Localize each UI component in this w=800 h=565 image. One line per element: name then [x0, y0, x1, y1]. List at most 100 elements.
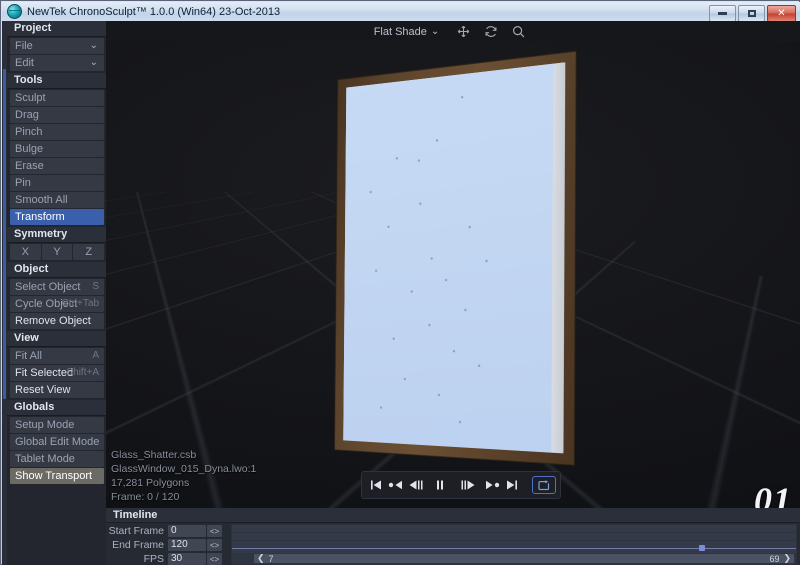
go-to-start-button[interactable]: [366, 474, 386, 496]
sidebar-item-file[interactable]: File ⌄: [10, 38, 104, 54]
end-frame-input[interactable]: 120: [168, 539, 206, 551]
sidebar-item-smooth-all[interactable]: Smooth All: [10, 192, 104, 208]
chevron-down-icon: ⌄: [89, 57, 98, 68]
maximize-button[interactable]: [738, 5, 765, 22]
window-model[interactable]: [334, 51, 576, 465]
timeline-lane[interactable]: [232, 533, 796, 541]
sidebar-item-tablet-mode[interactable]: Tablet Mode: [10, 451, 104, 467]
sidebar-item-label: Setup Mode: [15, 419, 75, 431]
timeline-curve: [232, 548, 796, 549]
sidebar-item-label: Fit Selected: [15, 367, 74, 379]
start-frame-stepper[interactable]: <>: [207, 525, 222, 537]
sidebar-item-show-transport[interactable]: Show Transport: [10, 468, 104, 484]
main-body: Project File ⌄ Edit ⌄ Tools Sculpt Drag …: [2, 21, 800, 565]
timeline-scrollbar[interactable]: ❮ 7 69 ❯: [232, 553, 796, 564]
sidebar-item-cycle-object[interactable]: Cycle Object Ctrl+Tab: [10, 296, 104, 312]
sidebar-item-label: Fit All: [15, 350, 42, 362]
fps-input[interactable]: 30: [168, 553, 206, 565]
zoom-icon[interactable]: [512, 25, 525, 38]
sidebar-item-fit-all[interactable]: Fit All A: [10, 348, 104, 364]
globe-icon: [7, 4, 22, 19]
sidebar-item-drag[interactable]: Drag: [10, 107, 104, 123]
chevron-down-icon: ⌄: [89, 40, 98, 51]
sidebar: Project File ⌄ Edit ⌄ Tools Sculpt Drag …: [7, 21, 106, 565]
scroll-left-arrow-icon[interactable]: ❮: [257, 553, 265, 564]
step-back-button[interactable]: [406, 474, 426, 496]
fps-label: FPS: [143, 553, 164, 565]
viewport-toolbar: Flat Shade ⌄: [106, 21, 800, 42]
sidebar-item-setup-mode[interactable]: Setup Mode: [10, 417, 104, 433]
go-to-end-button[interactable]: [502, 474, 522, 496]
symmetry-axis-y[interactable]: Y: [41, 244, 73, 260]
symmetry-axis-z[interactable]: Z: [73, 244, 105, 260]
rotate-icon[interactable]: [484, 25, 498, 38]
timeline-panel: Timeline Start Frame 0 <> End Frame 120 …: [106, 508, 800, 565]
viewport[interactable]: Flat Shade ⌄ Glass_Shatter.csb GlassWind…: [106, 21, 800, 508]
sidebar-item-transform[interactable]: Transform: [10, 209, 104, 225]
sidebar-item-label: Show Transport: [15, 470, 93, 482]
loop-button[interactable]: [532, 476, 556, 494]
timeline-lane[interactable]: [232, 525, 796, 533]
sidebar-item-label: Sculpt: [15, 92, 46, 104]
sidebar-item-pinch[interactable]: Pinch: [10, 124, 104, 140]
step-forward-fast-button[interactable]: [482, 474, 502, 496]
timeline-track[interactable]: ❮ 7 69 ❯: [231, 524, 797, 565]
fps-row: FPS 30 <>: [106, 553, 228, 565]
start-frame-input[interactable]: 0: [168, 525, 206, 537]
sidebar-item-label: Transform: [15, 211, 65, 223]
sidebar-item-label: Remove Object: [15, 315, 91, 327]
fps-stepper[interactable]: <>: [207, 553, 222, 565]
scroll-right-arrow-icon[interactable]: ❯: [783, 553, 791, 564]
timeline-keyframe[interactable]: [699, 545, 705, 551]
section-header-object: Object: [7, 262, 106, 278]
frame-watermark: 01: [754, 480, 792, 508]
window-controls: ✕: [709, 5, 796, 22]
frame-counter-label: Frame: 0 / 120: [111, 491, 180, 503]
sidebar-item-remove-object[interactable]: Remove Object: [10, 313, 104, 329]
shortcut-label: Shift+A: [66, 367, 99, 378]
section-header-project: Project: [7, 21, 106, 37]
window-title: NewTek ChronoSculpt™ 1.0.0 (Win64) 23-Oc…: [27, 5, 281, 18]
scene-file-label: Glass_Shatter.csb: [111, 449, 197, 461]
sidebar-item-reset-view[interactable]: Reset View: [10, 382, 104, 398]
sidebar-item-label: Global Edit Mode: [15, 436, 100, 448]
minimize-button[interactable]: [709, 5, 736, 22]
sidebar-item-global-edit-mode[interactable]: Global Edit Mode: [10, 434, 104, 450]
sidebar-item-fit-selected[interactable]: Fit Selected Shift+A: [10, 365, 104, 381]
sidebar-item-label: Pin: [15, 177, 31, 189]
symmetry-axis-x[interactable]: X: [10, 244, 41, 260]
pause-button[interactable]: [430, 474, 450, 496]
symmetry-axis-group: X Y Z: [10, 244, 105, 260]
sidebar-item-label: Smooth All: [15, 194, 68, 206]
move-icon[interactable]: [457, 25, 470, 38]
step-forward-button[interactable]: [458, 474, 478, 496]
sidebar-item-label: File: [15, 40, 33, 52]
transport-controls: [361, 471, 561, 499]
shortcut-label: S: [92, 281, 99, 292]
section-header-view: View: [7, 331, 106, 347]
sidebar-item-pin[interactable]: Pin: [10, 175, 104, 191]
3d-scene[interactable]: Glass_Shatter.csb GlassWindow_015_Dyna.l…: [106, 42, 800, 508]
object-file-label: GlassWindow_015_Dyna.lwo:1: [111, 463, 257, 475]
sidebar-item-sculpt[interactable]: Sculpt: [10, 90, 104, 106]
sidebar-item-bulge[interactable]: Bulge: [10, 141, 104, 157]
step-back-fast-button[interactable]: [386, 474, 406, 496]
sidebar-item-edit[interactable]: Edit ⌄: [10, 55, 104, 71]
timeline-fields: Start Frame 0 <> End Frame 120 <> FPS 30: [106, 523, 228, 565]
section-header-globals: Globals: [7, 400, 106, 416]
close-button[interactable]: ✕: [767, 5, 796, 22]
end-frame-stepper[interactable]: <>: [207, 539, 222, 551]
shade-mode-label[interactable]: Flat Shade: [374, 26, 427, 38]
end-frame-row: End Frame 120 <>: [106, 539, 228, 551]
timeline-scrollbar-thumb[interactable]: ❮ 7 69 ❯: [254, 553, 794, 564]
sidebar-scrollbar-thumb[interactable]: [3, 69, 6, 399]
scroll-start-value: 7: [268, 553, 274, 564]
timeline-title: Timeline: [106, 508, 800, 523]
polygon-count-label: 17,281 Polygons: [111, 477, 190, 489]
scene-info-overlay: Glass_Shatter.csb GlassWindow_015_Dyna.l…: [111, 448, 256, 504]
application-window: NewTek ChronoSculpt™ 1.0.0 (Win64) 23-Oc…: [0, 0, 800, 565]
scroll-end-value: 69: [769, 553, 780, 564]
chevron-down-icon[interactable]: ⌄: [431, 26, 439, 37]
sidebar-item-select-object[interactable]: Select Object S: [10, 279, 104, 295]
sidebar-item-erase[interactable]: Erase: [10, 158, 104, 174]
